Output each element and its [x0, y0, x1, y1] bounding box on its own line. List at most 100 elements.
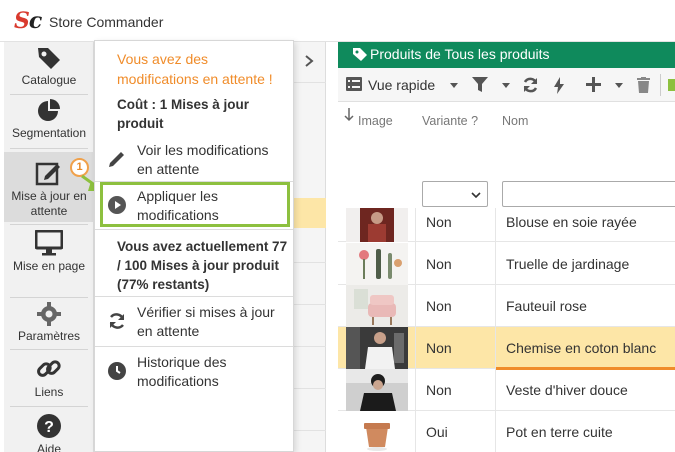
refresh-icon[interactable] — [522, 77, 539, 93]
sidebar-item-label: Catalogue — [21, 73, 77, 87]
svg-text:?: ? — [44, 419, 54, 436]
product-thumbnail — [346, 208, 408, 242]
table-row-selected[interactable]: Non Chemise en coton blanc — [338, 327, 675, 370]
divider — [10, 224, 88, 225]
name-cell: Chemise en coton blanc — [506, 340, 657, 356]
app-title: Store Commander — [49, 14, 164, 30]
sidebar-item-label: Liens — [34, 385, 64, 399]
clock-icon — [108, 362, 126, 380]
apply-changes[interactable]: Appliquer les modifications — [103, 187, 287, 227]
truncated-icon — [668, 79, 675, 91]
divider — [10, 148, 88, 149]
sidebar-item-aide[interactable]: ? Aide — [4, 413, 94, 452]
table-row[interactable]: Oui Pot en terre cuite — [338, 411, 675, 452]
product-thumbnail — [346, 411, 408, 452]
monitor-icon — [35, 230, 63, 256]
divider — [495, 411, 496, 452]
pending-updates-menu: Vous avez des modifications en attente !… — [94, 40, 294, 452]
view-selector[interactable]: Vue rapide — [368, 77, 435, 93]
play-icon — [108, 196, 126, 214]
product-thumbnail — [346, 327, 408, 369]
update-cost: Coût : 1 Mises à jour produit — [117, 97, 250, 131]
divider — [294, 82, 326, 83]
refresh-icon — [109, 313, 125, 329]
variant-cell: Non — [426, 340, 452, 356]
name-filter-input[interactable] — [502, 181, 675, 207]
divider — [415, 369, 416, 411]
sidebar-item-label: Mise en page — [12, 259, 86, 273]
help-icon: ? — [37, 414, 61, 438]
lightning-icon[interactable] — [554, 77, 564, 94]
divider — [495, 243, 496, 285]
table-row[interactable]: Non Truelle de jardinage — [338, 243, 675, 285]
product-thumbnail — [346, 285, 408, 327]
divider — [415, 411, 416, 452]
add-icon[interactable] — [586, 77, 601, 92]
name-cell: Fauteuil rose — [506, 298, 587, 314]
divider — [10, 349, 88, 350]
pie-chart-icon — [38, 99, 60, 121]
divider — [415, 243, 416, 285]
left-sidebar: Catalogue Segmentation Mise à jour en at… — [4, 42, 94, 452]
top-bar: Sc Store Commander — [0, 0, 675, 42]
caret-down-icon[interactable] — [502, 83, 510, 88]
col-image-header[interactable]: Image — [358, 114, 393, 128]
variant-cell: Non — [426, 298, 452, 314]
list-view-icon[interactable] — [346, 77, 362, 91]
panel-header: Produits de Tous les produits — [338, 42, 675, 68]
divider — [95, 229, 293, 230]
pending-warning: Vous avez des modifications en attente ! — [117, 51, 273, 87]
name-cell: Blouse en soie rayée — [506, 214, 637, 230]
caret-down-icon[interactable] — [450, 83, 458, 88]
product-thumbnail — [346, 369, 408, 411]
caret-down-icon[interactable] — [615, 83, 623, 88]
table-row[interactable]: Non Blouse en soie rayée — [338, 208, 675, 250]
sidebar-item-label: Aide — [36, 442, 62, 452]
table-row[interactable]: Non Veste d'hiver douce — [338, 369, 675, 411]
check-pending-updates[interactable]: Vérifier si mises à jour en attente — [103, 303, 287, 343]
tag-icon — [353, 48, 367, 61]
table-row[interactable]: Non Fauteuil rose — [338, 285, 675, 327]
gear-icon — [37, 302, 61, 326]
variant-filter-select[interactable] — [422, 181, 488, 207]
col-variant-header[interactable]: Variante ? — [422, 114, 478, 128]
sidebar-item-label: Segmentation — [11, 126, 87, 140]
name-cell: Truelle de jardinage — [506, 256, 630, 272]
name-cell: Pot en terre cuite — [506, 424, 613, 440]
sidebar-item-mise-en-page[interactable]: Mise en page — [4, 230, 94, 294]
sidebar-item-segmentation[interactable]: Segmentation — [4, 99, 94, 145]
divider — [294, 388, 326, 389]
selected-row-highlight — [294, 198, 326, 228]
panel-title: Produits de Tous les produits — [370, 46, 550, 62]
sidebar-item-liens[interactable]: Liens — [4, 356, 94, 402]
divider — [10, 94, 88, 95]
divider — [415, 327, 416, 369]
chevron-right-icon[interactable] — [304, 54, 314, 68]
filter-icon[interactable] — [472, 77, 488, 93]
variant-cell: Oui — [426, 424, 448, 440]
menu-item-label: Vérifier si mises à jour en attente — [137, 304, 275, 339]
divider — [95, 346, 293, 347]
sidebar-item-parametres[interactable]: Paramètres — [4, 302, 94, 346]
divider — [294, 262, 326, 263]
tag-icon — [38, 48, 60, 69]
chevron-down-icon — [471, 192, 481, 198]
divider — [294, 304, 326, 305]
divider — [10, 297, 88, 298]
pencil-icon — [109, 152, 124, 167]
menu-item-label: Appliquer les modifications — [137, 188, 219, 223]
col-name-header[interactable]: Nom — [502, 114, 528, 128]
trash-icon[interactable] — [637, 77, 650, 93]
variant-cell: Non — [426, 256, 452, 272]
variant-cell: Non — [426, 214, 452, 230]
update-quota: Vous avez actuellement 77 / 100 Mises à … — [117, 239, 288, 292]
sidebar-item-label: Mise à jour en attente — [11, 189, 87, 218]
store-commander-logo: Sc — [14, 8, 42, 34]
sidebar-item-catalogue[interactable]: Catalogue — [4, 44, 94, 92]
change-history[interactable]: Historique des modifications — [103, 353, 287, 393]
menu-item-label: Voir les modifications en attente — [137, 142, 269, 177]
products-panel: Produits de Tous les produits Vue rapide… — [338, 42, 675, 452]
view-pending-changes[interactable]: Voir les modifications en attente — [103, 141, 287, 181]
sort-arrow-icon[interactable] — [344, 108, 354, 122]
collapsed-panel — [294, 42, 326, 452]
